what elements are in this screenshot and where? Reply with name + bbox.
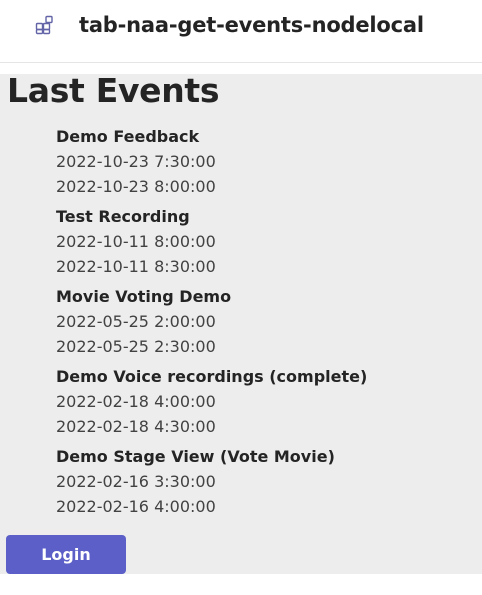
event-end-time: 2022-10-23 8:00:00	[56, 177, 216, 196]
event-title: Movie Voting Demo	[56, 287, 232, 306]
event-title: Demo Feedback	[56, 127, 200, 146]
event-end-time: 2022-02-16 4:00:00	[56, 497, 216, 516]
event-item: Test Recording 2022-10-11 8:00:00 2022-1…	[56, 204, 367, 284]
event-item: Demo Stage View (Vote Movie) 2022-02-16 …	[56, 444, 367, 524]
event-end-time: 2022-10-11 8:30:00	[56, 257, 216, 276]
event-end-time: 2022-02-18 4:30:00	[56, 417, 216, 436]
app-header: tab-naa-get-events-nodelocal	[0, 0, 482, 63]
event-start-time: 2022-05-25 2:00:00	[56, 312, 216, 331]
events-list: Demo Feedback 2022-10-23 7:30:00 2022-10…	[56, 124, 367, 524]
event-title: Demo Stage View (Vote Movie)	[56, 447, 335, 466]
events-panel: Last Events Demo Feedback 2022-10-23 7:3…	[0, 74, 482, 574]
event-item: Demo Voice recordings (complete) 2022-02…	[56, 364, 367, 444]
event-item: Demo Feedback 2022-10-23 7:30:00 2022-10…	[56, 124, 367, 204]
event-item: Movie Voting Demo 2022-05-25 2:00:00 202…	[56, 284, 367, 364]
page-title: Last Events	[7, 71, 220, 110]
event-start-time: 2022-10-23 7:30:00	[56, 152, 216, 171]
event-title: Test Recording	[56, 207, 190, 226]
event-end-time: 2022-05-25 2:30:00	[56, 337, 216, 356]
apps-icon	[35, 15, 55, 35]
login-button[interactable]: Login	[6, 535, 126, 574]
event-title: Demo Voice recordings (complete)	[56, 367, 368, 386]
app-title: tab-naa-get-events-nodelocal	[79, 13, 424, 37]
event-start-time: 2022-10-11 8:00:00	[56, 232, 216, 251]
event-start-time: 2022-02-18 4:00:00	[56, 392, 216, 411]
event-start-time: 2022-02-16 3:30:00	[56, 472, 216, 491]
